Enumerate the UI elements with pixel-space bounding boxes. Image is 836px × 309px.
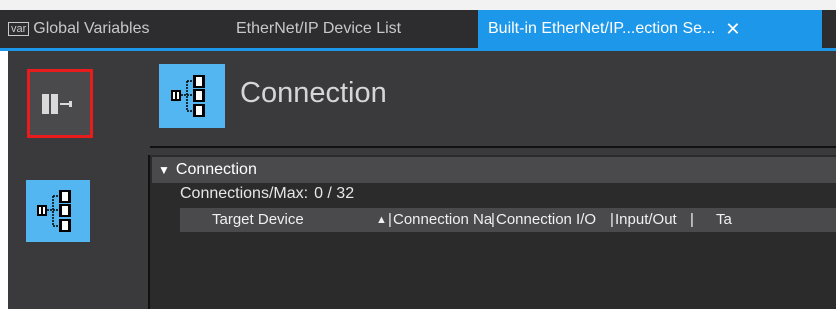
connection-section-header[interactable]: ▼ Connection (152, 157, 836, 183)
connection-tree-icon (37, 190, 71, 232)
editor-main: Connection ▼ Connection Connections/Max:… (128, 51, 836, 309)
collapse-toggle-icon[interactable]: ▼ (158, 163, 170, 177)
column-divider[interactable]: | (690, 211, 694, 228)
connection-table-header: Target Device ▲ | Connection Na | Connec… (180, 208, 836, 232)
column-header-connection-name[interactable]: Connection Na (393, 211, 493, 228)
sidebar-item-device[interactable] (27, 69, 93, 138)
header-divider (150, 146, 836, 148)
window-top-strip (0, 0, 836, 10)
column-header-input-output[interactable]: Input/Out (615, 211, 677, 228)
tab-global-variables[interactable]: var Global Variables (0, 10, 214, 48)
close-icon[interactable]: ✕ (725, 19, 740, 40)
tab-ethernet-ip-device-list[interactable]: EtherNet/IP Device List (220, 10, 478, 48)
var-badge-icon: var (8, 22, 30, 36)
sidebar-item-connection[interactable] (26, 180, 90, 242)
count-label: Connections/Max: (180, 185, 309, 202)
document-tab-bar: var Global Variables EtherNet/IP Device … (0, 10, 836, 48)
page-title: Connection (240, 77, 387, 109)
column-header-ta[interactable]: Ta (716, 211, 732, 228)
tab-label: EtherNet/IP Device List (236, 20, 402, 37)
sidebar (8, 51, 128, 309)
tab-connection-settings[interactable]: Built-in EtherNet/IP...ection Se... ✕ (478, 10, 822, 48)
connection-panel: ▼ Connection Connections/Max: 0 / 32 Tar… (148, 155, 836, 309)
device-icon (42, 93, 72, 114)
column-header-target-device[interactable]: Target Device (212, 211, 304, 228)
column-divider[interactable]: | (491, 211, 495, 228)
connection-count: Connections/Max: 0 / 32 (180, 185, 354, 203)
tab-label: Built-in EtherNet/IP...ection Se... (488, 20, 716, 37)
column-divider[interactable]: | (610, 211, 614, 228)
connection-tree-icon (171, 75, 205, 117)
tab-bar-filler (822, 10, 836, 48)
connection-table-body[interactable] (180, 232, 836, 309)
column-divider[interactable]: | (388, 211, 392, 228)
tab-label: Global Variables (33, 20, 150, 37)
header-icon (159, 64, 225, 128)
section-title: Connection (175, 161, 257, 178)
sort-ascending-icon[interactable]: ▲ (376, 214, 387, 226)
count-value: 0 / 32 (314, 185, 355, 202)
column-header-connection-io[interactable]: Connection I/O (496, 211, 596, 228)
